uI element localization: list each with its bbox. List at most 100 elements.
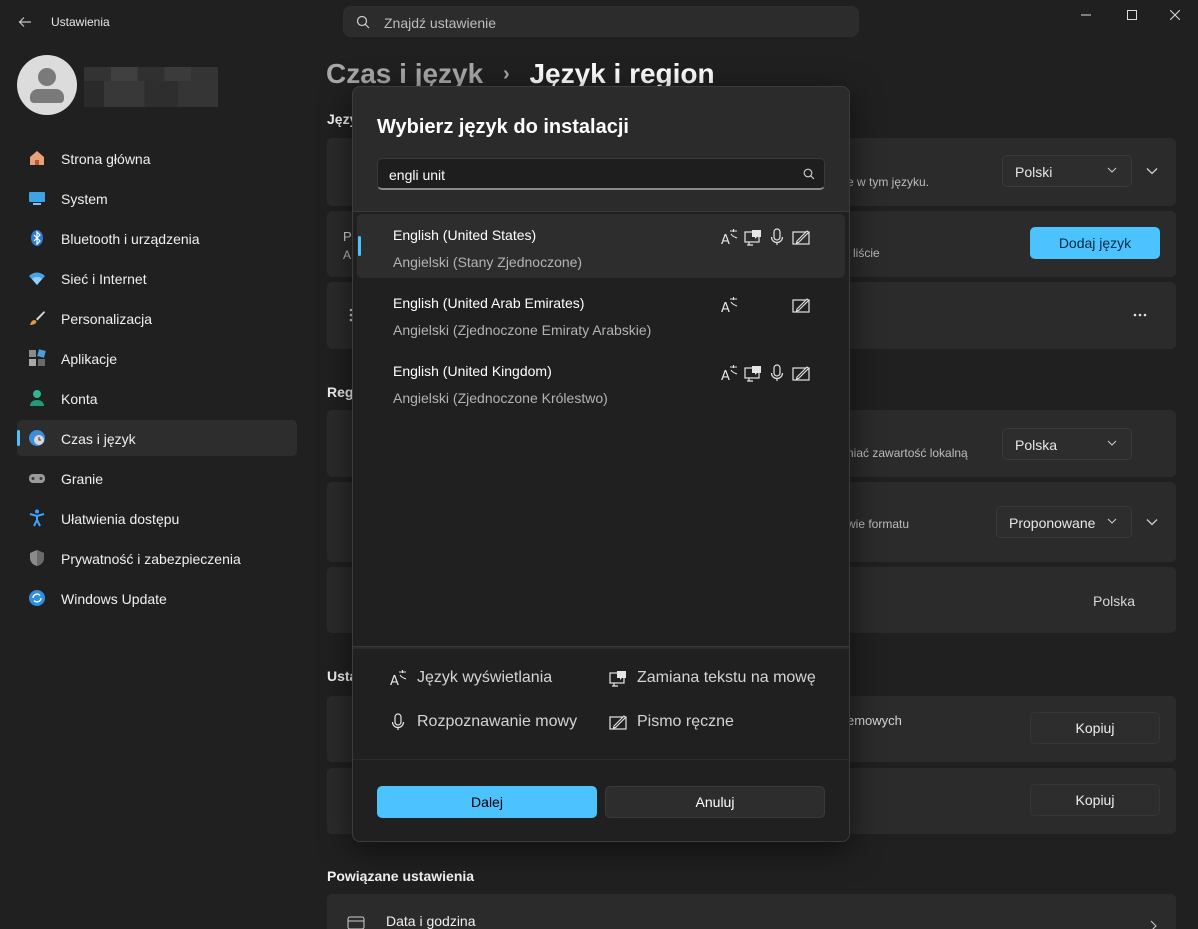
legend-label: Pismo ręczne (637, 713, 734, 730)
regional-format-select[interactable]: Proponowane (996, 506, 1132, 538)
sidebar-nav: Strona główna System Bluetooth i urządze… (17, 140, 297, 620)
sidebar-item-label: Granie (61, 471, 104, 487)
language-name: English (United Arab Emirates) (393, 295, 585, 311)
time-language-icon (29, 430, 45, 446)
update-icon (29, 590, 45, 606)
sidebar-item-bluetooth[interactable]: Bluetooth i urządzenia (17, 220, 297, 256)
sidebar-item-gaming[interactable]: Granie (17, 460, 297, 496)
display-language-icon: A (721, 365, 738, 382)
add-language-button[interactable]: Dodaj język (1030, 227, 1160, 259)
language-native-name: Angielski (Zjednoczone Emiraty Arabskie) (393, 322, 652, 338)
handwriting-icon (792, 298, 810, 313)
country-region-select[interactable]: Polska (1002, 428, 1132, 460)
maximize-icon (1127, 10, 1137, 20)
minimize-button[interactable] (1063, 0, 1109, 30)
sidebar-item-network[interactable]: Sieć i Internet (17, 260, 297, 296)
svg-text:A: A (390, 674, 399, 687)
display-language-icon: A (721, 229, 738, 246)
copy-button-1[interactable]: Kopiuj (1030, 712, 1160, 744)
date-time-label: Data i godzina (386, 913, 476, 929)
preferred-languages-description: j liście (847, 246, 880, 260)
sidebar-item-label: Prywatność i zabezpieczenia (61, 551, 241, 567)
display-language-description: e w tym języku. (847, 175, 930, 189)
avatar[interactable] (17, 55, 77, 115)
settings-search-box[interactable]: Znajdź ustawienie (343, 6, 859, 37)
more-options-icon[interactable] (1133, 313, 1147, 317)
sidebar-item-privacy[interactable]: Prywatność i zabezpieczenia (17, 540, 297, 576)
legend-display-language: A Język wyświetlania (389, 669, 552, 687)
app-title: Ustawienia (51, 15, 110, 29)
dialog-title: Wybierz język do instalacji (377, 116, 629, 138)
back-arrow-icon (18, 17, 31, 27)
date-time-card[interactable]: Data i godzina (327, 894, 1176, 929)
copy-button-2[interactable]: Kopiuj (1030, 784, 1160, 816)
breadcrumb-separator: › (502, 63, 510, 85)
sidebar-item-label: Windows Update (61, 591, 167, 607)
handwriting-icon (792, 230, 810, 245)
next-button[interactable]: Dalej (377, 786, 597, 818)
legend-label: Język wyświetlania (417, 669, 553, 686)
title-bar: Ustawienia Znajdź ustawienie (0, 0, 1198, 44)
sidebar-item-apps[interactable]: Aplikacje (17, 340, 297, 376)
sidebar-item-label: Ułatwienia dostępu (61, 511, 180, 527)
sidebar-item-personalization[interactable]: Personalizacja (17, 300, 297, 336)
home-icon (30, 151, 44, 165)
close-icon (1170, 10, 1180, 20)
sidebar-item-label: Aplikacje (61, 351, 118, 367)
sidebar-item-accounts[interactable]: Konta (17, 380, 297, 416)
chevron-down-icon (1107, 440, 1117, 446)
avatar-head (38, 68, 56, 86)
redacted-account-name (84, 67, 218, 107)
chevron-right-icon (1150, 920, 1157, 929)
sidebar-item-accessibility[interactable]: Ułatwienia dostępu (17, 500, 297, 536)
sidebar-item-home[interactable]: Strona główna (17, 140, 297, 176)
account-icon (30, 390, 44, 406)
minimize-icon (1081, 14, 1091, 16)
breadcrumb-parent[interactable]: Czas i język (326, 58, 483, 89)
sidebar-item-system[interactable]: System (17, 180, 297, 216)
text-to-speech-icon (609, 671, 626, 687)
display-language-select[interactable]: Polski (1002, 155, 1132, 187)
system-icon (29, 192, 45, 205)
language-item-en-us[interactable]: English (United States) Angielski (Stany… (357, 214, 845, 278)
copy-settings-description: emowych (847, 713, 902, 728)
handwriting-icon (792, 366, 810, 381)
display-language-icon: A (390, 670, 407, 687)
back-button[interactable] (10, 8, 40, 36)
language-native-name: Angielski (Zjednoczone Królestwo) (393, 390, 608, 406)
sidebar-item-label: System (61, 191, 108, 207)
expand-chevron-icon[interactable] (1145, 164, 1159, 178)
text-to-speech-icon (744, 366, 761, 382)
chevron-down-icon (1107, 518, 1117, 524)
maximize-button[interactable] (1109, 0, 1155, 30)
search-icon (803, 168, 815, 180)
svg-text:A: A (721, 233, 730, 246)
legend-handwriting: Pismo ręczne (609, 713, 734, 731)
microphone-icon (391, 713, 405, 730)
preferred-languages-subtitle: A (343, 248, 352, 262)
legend-text-to-speech: Zamiana tekstu na mowę (609, 669, 816, 687)
svg-text:A: A (721, 301, 730, 314)
language-item-en-ae[interactable]: English (United Arab Emirates) Angielski… (357, 282, 845, 346)
cancel-button[interactable]: Anuluj (605, 786, 825, 818)
legend-label: Zamiana tekstu na mowę (637, 669, 816, 686)
close-button[interactable] (1152, 0, 1198, 30)
system-locale-value: Polska (1093, 593, 1136, 609)
related-settings-heading: Powiązane ustawienia (327, 868, 475, 884)
language-search-value: engli unit (389, 167, 446, 183)
language-search-input[interactable]: engli unit (377, 158, 825, 190)
sidebar-item-label: Czas i język (61, 431, 136, 447)
legend-label: Rozpoznawanie mowy (417, 713, 578, 730)
country-region-value: Polska (1015, 437, 1058, 453)
wifi-icon (29, 272, 45, 285)
expand-chevron-icon[interactable] (1145, 515, 1159, 529)
calendar-clock-icon (347, 916, 365, 929)
language-name: English (United Kingdom) (393, 363, 552, 379)
regional-format-description: wie formatu (847, 517, 910, 531)
shield-icon (30, 550, 44, 566)
display-language-icon: A (721, 297, 738, 314)
sidebar-item-windows-update[interactable]: Windows Update (17, 580, 297, 616)
avatar-body (30, 89, 64, 103)
sidebar-item-time-language[interactable]: Czas i język (17, 420, 297, 456)
language-item-en-gb[interactable]: English (United Kingdom) Angielski (Zjed… (357, 350, 845, 414)
